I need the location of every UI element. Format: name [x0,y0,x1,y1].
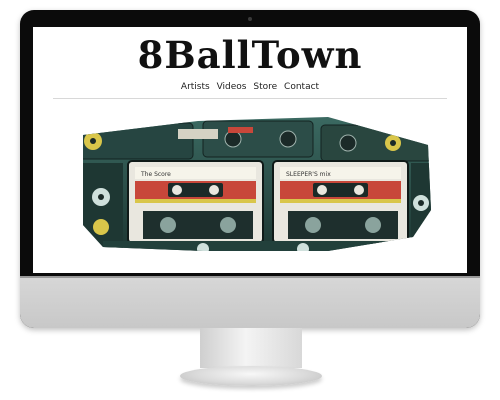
nav-item-videos[interactable]: Videos [217,82,247,92]
nav-item-contact[interactable]: Contact [284,82,319,92]
nav-item-artists[interactable]: Artists [181,82,210,92]
monitor-stand-neck [200,328,302,368]
site-title[interactable]: 8BallTown [33,33,467,77]
screen: 8BallTown Artists Videos Store Contact T… [33,27,467,273]
hero-image: The Score SLEEPER'S mix [83,115,431,255]
cassette-back-row [83,120,431,162]
nav-divider [53,98,447,99]
monitor-stand-base [180,366,322,386]
monitor-chin [20,276,480,328]
nav-item-store[interactable]: Store [253,82,277,92]
tape-label-1: The Score [140,171,171,178]
cassette-front-1: The Score [127,160,264,244]
cassette-front-2: SLEEPER'S mix [272,160,409,244]
cassette-collage: The Score SLEEPER'S mix [83,117,431,251]
camera-dot [248,17,252,21]
tape-label-2: SLEEPER'S mix [286,171,331,178]
chin-divider [20,276,480,278]
main-nav: Artists Videos Store Contact [33,82,467,92]
